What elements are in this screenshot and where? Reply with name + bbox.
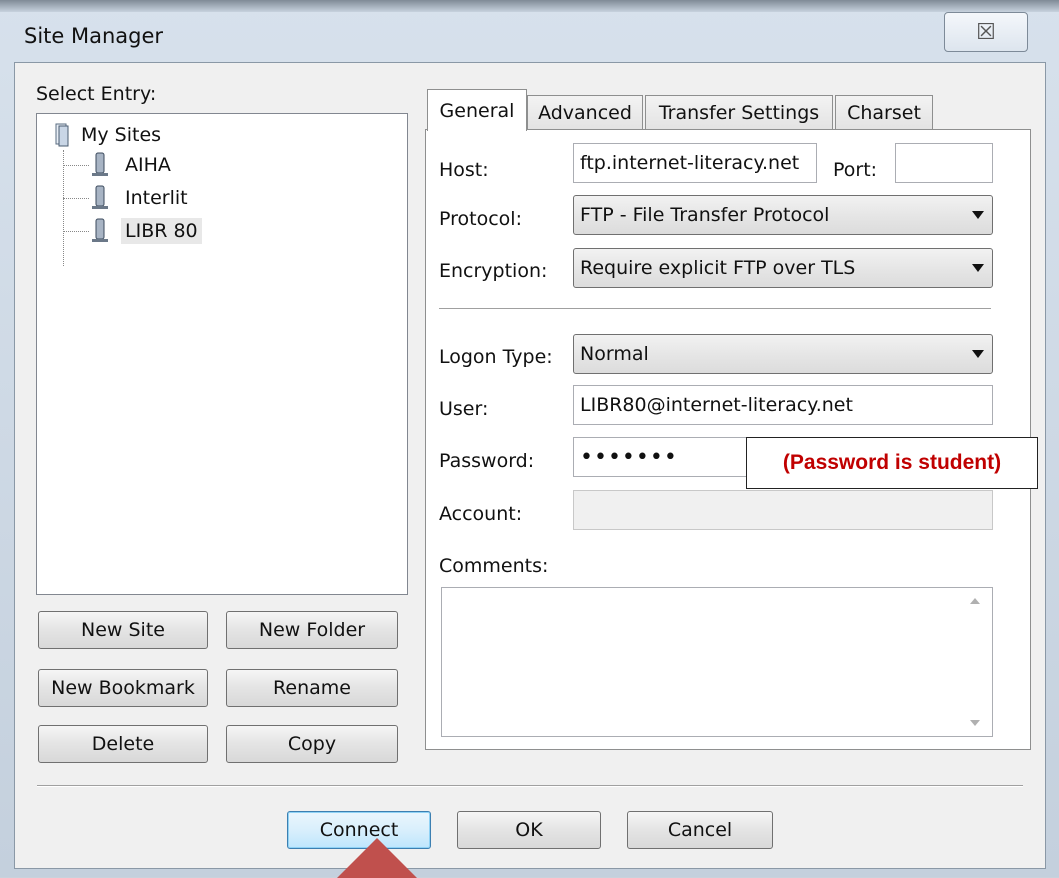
server-icon — [92, 218, 108, 242]
tree-root-my-sites[interactable]: My Sites — [81, 124, 161, 146]
user-label: User: — [439, 398, 489, 420]
server-icon — [92, 152, 108, 176]
tree-connector — [63, 198, 89, 199]
delete-button[interactable]: Delete — [38, 725, 208, 763]
password-annotation: (Password is student) — [746, 437, 1038, 489]
encryption-label: Encryption: — [439, 260, 548, 282]
account-label: Account: — [439, 503, 523, 525]
account-input — [573, 490, 993, 530]
site-tree[interactable]: My Sites AIHA Interlit LIBR 80 — [36, 113, 408, 595]
chevron-down-icon — [972, 264, 984, 272]
chevron-down-icon — [972, 350, 984, 358]
encryption-value: Require explicit FTP over TLS — [580, 257, 856, 279]
copy-button[interactable]: Copy — [226, 725, 398, 763]
comments-label: Comments: — [439, 555, 549, 577]
host-input[interactable]: ftp.internet-literacy.net — [573, 143, 817, 183]
new-folder-button[interactable]: New Folder — [226, 611, 398, 649]
chevron-down-icon — [972, 211, 984, 219]
tree-connector — [63, 231, 89, 232]
password-annotation-text: (Password is student) — [782, 451, 1002, 474]
select-entry-label: Select Entry: — [36, 83, 157, 105]
tab-transfer-settings[interactable]: Transfer Settings — [645, 95, 833, 129]
protocol-select[interactable]: FTP - File Transfer Protocol — [573, 195, 993, 235]
protocol-value: FTP - File Transfer Protocol — [580, 204, 830, 226]
tab-general[interactable]: General — [427, 89, 527, 131]
tab-advanced[interactable]: Advanced — [527, 95, 643, 129]
folder-icon — [55, 123, 69, 147]
window-title: Site Manager — [24, 24, 164, 48]
rename-button[interactable]: Rename — [226, 669, 398, 707]
port-input[interactable] — [895, 143, 993, 183]
host-label: Host: — [439, 159, 489, 181]
comments-textarea[interactable] — [441, 587, 993, 737]
ok-button[interactable]: OK — [457, 811, 601, 849]
logon-type-label: Logon Type: — [439, 346, 553, 368]
bottom-separator — [37, 785, 1023, 787]
scroll-down-icon[interactable] — [970, 720, 980, 726]
logon-type-select[interactable]: Normal — [573, 334, 993, 374]
new-site-button[interactable]: New Site — [38, 611, 208, 649]
tree-item-interlit[interactable]: Interlit — [125, 187, 188, 209]
logon-type-value: Normal — [580, 343, 649, 365]
pointer-arrow-icon — [337, 838, 417, 878]
tree-connector — [63, 150, 64, 266]
separator — [439, 308, 991, 310]
new-bookmark-button[interactable]: New Bookmark — [38, 669, 208, 707]
tree-item-libr80[interactable]: LIBR 80 — [121, 218, 202, 244]
cancel-button[interactable]: Cancel — [627, 811, 773, 849]
tab-charset[interactable]: Charset — [835, 95, 933, 129]
protocol-label: Protocol: — [439, 208, 522, 230]
server-icon — [92, 185, 108, 209]
frame-top-edge — [0, 0, 1059, 12]
tree-item-aiha[interactable]: AIHA — [125, 154, 171, 176]
port-label: Port: — [833, 159, 878, 181]
password-label: Password: — [439, 450, 535, 472]
tree-connector — [63, 165, 89, 166]
close-button[interactable]: ☒ — [944, 12, 1028, 52]
user-input[interactable]: LIBR80@internet-literacy.net — [573, 385, 993, 425]
close-icon: ☒ — [976, 19, 996, 45]
title-bar: Site Manager ☒ — [14, 12, 1044, 62]
scroll-up-icon[interactable] — [970, 598, 980, 604]
dialog-frame: Site Manager ☒ Select Entry: My Sites AI… — [0, 0, 1059, 878]
encryption-select[interactable]: Require explicit FTP over TLS — [573, 248, 993, 288]
